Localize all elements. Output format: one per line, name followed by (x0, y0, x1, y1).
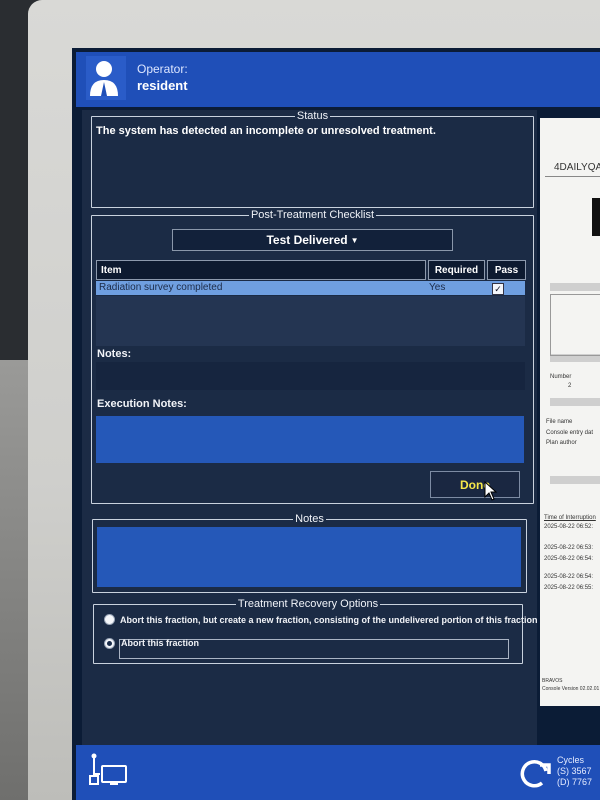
document-console-entry: Console entry dat (546, 430, 594, 436)
document-section-bar (550, 398, 600, 406)
table-row[interactable]: Radiation survey completed Yes (96, 281, 525, 295)
column-header-required-label: Required (434, 264, 479, 276)
document-divider (545, 176, 600, 177)
network-devices-icon[interactable] (88, 752, 130, 788)
chevron-down-icon: ▼ (350, 235, 359, 245)
checklist-legend: Post-Treatment Checklist (250, 209, 375, 221)
notes-label: Notes: (97, 348, 132, 360)
cycles-d-value: (D) 7767 (557, 777, 593, 787)
operator-label: Operator: (137, 62, 188, 76)
document-plan-author: Plan author (546, 440, 577, 446)
document-time-row: 2025-08-22 06:54: (544, 574, 594, 580)
report-document-panel: 4DAILYQA Number 2 File name Console entr… (540, 118, 600, 706)
row-item-text: Radiation survey completed (99, 282, 223, 293)
checklist-filter-dropdown[interactable]: Test Delivered ▼ (172, 229, 453, 251)
dropdown-value: Test Delivered (266, 233, 348, 247)
pass-checkbox[interactable]: ✓ (492, 283, 504, 295)
document-console-version: Console Version 02.02.01 (542, 686, 600, 692)
document-time-row: 2025-08-22 06:52: (544, 524, 594, 530)
cycles-label: Cycles (557, 755, 585, 765)
document-brand: BRAVOS (542, 678, 563, 684)
document-time-row: 2025-08-22 06:55: (544, 585, 594, 591)
cycles-s-value: (S) 3567 (557, 766, 592, 776)
column-header-item[interactable]: Item (96, 260, 426, 280)
recovery-legend: Treatment Recovery Options (237, 598, 379, 610)
operator-name: resident (137, 78, 188, 93)
status-message: The system has detected an incomplete or… (96, 125, 436, 137)
row-required-text: Yes (429, 282, 446, 293)
document-title: 4DAILYQA (554, 162, 600, 173)
document-time-row: 2025-08-22 06:54: (544, 556, 594, 562)
column-header-pass[interactable]: Pass (487, 260, 526, 280)
document-section-bar (550, 283, 600, 291)
document-time-row: 2025-08-22 06:53: (544, 545, 594, 551)
execution-notes-field[interactable] (96, 416, 524, 463)
notes-legend: Notes (295, 513, 324, 525)
cycles-counter: Cycles (S) 3567 (D) 7767 (557, 755, 592, 788)
cycles-refresh-icon (520, 760, 551, 788)
radio-abort-fraction[interactable] (104, 638, 115, 649)
document-number-value: 2 (568, 383, 572, 389)
column-header-required[interactable]: Required (428, 260, 485, 280)
document-section-bar (550, 476, 600, 484)
done-button[interactable]: Done (430, 471, 520, 498)
notes-text-field[interactable] (97, 527, 521, 587)
document-file-name: File name (546, 419, 573, 425)
option-abort-create-new-label: Abort this fraction, but create a new fr… (120, 615, 538, 625)
column-header-item-label: Item (101, 264, 122, 276)
document-table (550, 294, 600, 356)
checklist-table-body (96, 296, 525, 346)
column-header-pass-label: Pass (494, 264, 519, 276)
execution-notes-label: Execution Notes: (97, 398, 187, 410)
document-dark-block (592, 198, 600, 236)
radio-abort-create-new[interactable] (104, 614, 115, 625)
document-interruption-label: Time of Interruption (544, 515, 596, 521)
option-abort-fraction-label: Abort this fraction (121, 638, 199, 648)
background-surface (0, 360, 28, 800)
operator-user-icon (86, 56, 126, 100)
notes-field[interactable] (96, 362, 525, 390)
document-number-label: Number (550, 374, 572, 380)
status-legend: Status (296, 110, 329, 122)
mouse-cursor-icon (484, 481, 498, 501)
